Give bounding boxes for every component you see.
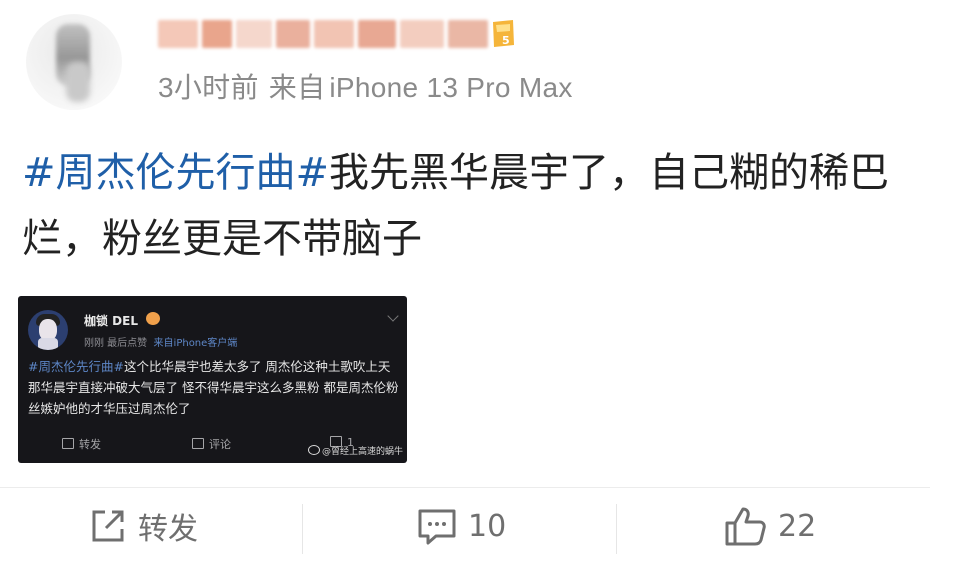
comment-button[interactable]: 10 <box>416 506 506 546</box>
repost-icon <box>92 510 124 542</box>
watermark: @曾经上高速的蜗牛 <box>307 444 403 457</box>
embedded-username: 枷锁 DEL <box>84 314 138 328</box>
action-separator <box>302 504 303 554</box>
comment-count: 10 <box>468 508 507 544</box>
embedded-image[interactable]: 枷锁 DEL 刚刚 最后点赞 来自iPhone客户端 #周杰伦先行曲#这个比华晨… <box>18 296 407 463</box>
embedded-time: 刚刚 最后点赞 <box>84 338 148 349</box>
embedded-badge-icon <box>146 312 160 325</box>
embedded-comment: 评论 <box>192 436 231 452</box>
comment-icon <box>418 509 456 545</box>
avatar[interactable] <box>26 14 122 110</box>
action-separator <box>616 504 617 554</box>
post-source-prefix: 来自 <box>268 72 326 103</box>
watermark-text: @曾经上高速的蜗牛 <box>321 447 403 457</box>
vip-badge-icon: 5 <box>493 20 514 47</box>
repost-label: 转发 <box>138 512 198 547</box>
embedded-repost-label: 转发 <box>79 438 101 451</box>
thumbs-up-icon <box>725 507 766 546</box>
embedded-repost: 转发 <box>62 436 101 452</box>
action-bar: 转发 10 22 <box>0 488 930 570</box>
post-time: 3小时前 <box>158 72 259 103</box>
repost-icon <box>62 438 74 449</box>
like-count: 22 <box>778 508 817 544</box>
embedded-text: #周杰伦先行曲#这个比华晨宇也差太多了 周杰伦这种土歌吹上天 那华晨宇直接冲破大… <box>28 356 402 419</box>
post-meta: 3小时前 来自 iPhone 13 Pro Max <box>158 66 583 106</box>
embedded-meta: 刚刚 最后点赞 来自iPhone客户端 <box>84 334 237 349</box>
post-text: #周杰伦先行曲#我先黑华晨宇了，自己糊的稀巴烂，粉丝更是不带脑子 <box>22 140 922 272</box>
embedded-avatar <box>28 310 68 350</box>
svg-text:5: 5 <box>502 34 510 47</box>
comment-icon <box>192 438 204 449</box>
username-blurred[interactable] <box>158 16 496 52</box>
like-button[interactable]: 22 <box>724 506 816 546</box>
repost-button[interactable]: 转发 <box>88 506 198 547</box>
embedded-comment-label: 评论 <box>209 438 231 451</box>
weibo-logo-icon <box>307 445 320 455</box>
post-source-device: iPhone 13 Pro Max <box>329 72 573 103</box>
hashtag-link[interactable]: #周杰伦先行曲# <box>22 150 329 196</box>
chevron-down-icon <box>387 310 399 322</box>
embedded-hashtag: #周杰伦先行曲# <box>28 359 124 374</box>
embedded-source: 来自iPhone客户端 <box>153 338 238 349</box>
